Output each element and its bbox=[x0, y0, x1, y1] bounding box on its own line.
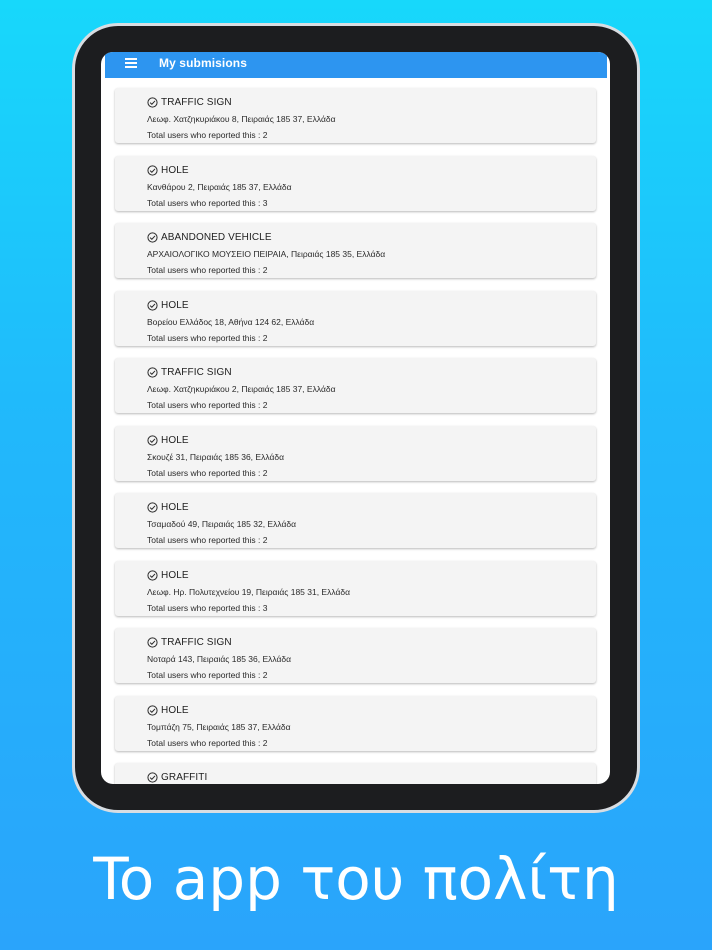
submission-address: Τσαμαδού 49, Πειραιάς 185 32, Ελλάδα bbox=[147, 519, 297, 529]
submission-address: Λεωφ. Ηρ. Πολυτεχνείου 19, Πειραιάς 185 … bbox=[147, 586, 351, 597]
app-bar: My submisions bbox=[105, 52, 607, 78]
report-count-label: Total users who reported this : bbox=[147, 130, 261, 140]
report-count-label: Total users who reported this : bbox=[147, 332, 261, 343]
submission-title-row: TRAFFIC SIGN bbox=[147, 96, 596, 109]
submission-title-row: HOLE bbox=[147, 569, 596, 582]
submission-address: Λεωφ. Χατζηκυριάκου 8, Πειραιάς 185 37, … bbox=[147, 114, 336, 124]
check-circle-icon bbox=[147, 367, 158, 378]
report-count-value: 2 bbox=[262, 535, 268, 545]
submission-type: HOLE bbox=[161, 704, 189, 716]
check-circle-icon bbox=[147, 502, 158, 513]
submission-address: Βορείου Ελλάδος 18, Αθήνα 124 62, Ελλάδα bbox=[147, 316, 315, 327]
report-count-label: Total users who reported this : bbox=[147, 737, 261, 748]
submission-type: TRAFFIC SIGN bbox=[161, 367, 232, 378]
submission-address: ΑΡΧΑΙΟΛΟΓΙΚΟ ΜΟΥΣΕΙΟ ΠΕΙΡΑΙΑ, Πειραιάς 1… bbox=[147, 249, 386, 259]
submission-card[interactable]: HOLE Τσαμαδού 49, Πειραιάς 185 32, Ελλάδ… bbox=[115, 493, 596, 548]
report-count-value: 3 bbox=[262, 602, 268, 613]
check-circle-icon bbox=[147, 704, 158, 716]
report-count-label: Total users who reported this : bbox=[147, 197, 261, 208]
submission-title-row: ABANDONED VEHICLE bbox=[147, 231, 596, 244]
submission-address: Νοταρά 143, Πειραιάς 185 36, Ελλάδα bbox=[147, 654, 292, 664]
submission-address: Κανθάρου 2, Πειραιάς 185 37, Ελλάδα bbox=[147, 181, 292, 192]
check-circle-icon bbox=[147, 772, 158, 783]
submission-card[interactable]: HOLE Λεωφ. Ηρ. Πολυτεχνείου 19, Πειραιάς… bbox=[115, 560, 596, 616]
submission-report-count: Total users who reported this : 3 bbox=[147, 603, 596, 614]
submission-type: TRAFFIC SIGN bbox=[161, 637, 232, 648]
report-count-value: 2 bbox=[262, 400, 268, 410]
submission-address: Τομπάζη 75, Πειραιάς 185 37, Ελλάδα bbox=[147, 721, 291, 732]
check-circle-icon bbox=[147, 164, 158, 176]
check-circle-icon bbox=[147, 637, 158, 648]
submission-type: HOLE bbox=[161, 164, 189, 176]
submission-type: HOLE bbox=[161, 502, 189, 513]
submission-report-count: Total users who reported this : 2 bbox=[147, 400, 596, 411]
report-count-label: Total users who reported this : bbox=[147, 265, 261, 275]
report-count-label: Total users who reported this : bbox=[147, 670, 261, 680]
report-count-value: 2 bbox=[262, 737, 268, 748]
submission-card[interactable]: TRAFFIC SIGN Λεωφ. Χατζηκυριάκου 2, Πειρ… bbox=[115, 358, 596, 413]
submission-type: TRAFFIC SIGN bbox=[161, 97, 232, 108]
submission-report-count: Total users who reported this : 2 bbox=[147, 333, 596, 344]
report-count-value: 2 bbox=[262, 670, 268, 680]
report-count-value: 2 bbox=[262, 265, 268, 275]
submission-title-row: TRAFFIC SIGN bbox=[147, 366, 596, 379]
submission-card[interactable]: GRAFFITI bbox=[115, 763, 596, 784]
submission-card[interactable]: TRAFFIC SIGN Νοταρά 143, Πειραιάς 185 36… bbox=[115, 628, 596, 683]
submission-address: Σκουζέ 31, Πειραιάς 185 36, Ελλάδα bbox=[147, 451, 285, 462]
submissions-list[interactable]: TRAFFIC SIGN Λεωφ. Χατζηκυριάκου 8, Πειρ… bbox=[115, 88, 596, 784]
submission-report-count: Total users who reported this : 2 bbox=[147, 535, 596, 546]
hamburger-menu-icon[interactable] bbox=[125, 58, 139, 68]
report-count-value: 2 bbox=[262, 130, 268, 140]
report-count-value: 2 bbox=[262, 332, 268, 343]
check-circle-icon bbox=[147, 97, 158, 108]
submission-card[interactable]: TRAFFIC SIGN Λεωφ. Χατζηκυριάκου 8, Πειρ… bbox=[115, 88, 596, 143]
submission-type: GRAFFITI bbox=[161, 772, 208, 783]
submission-card[interactable]: HOLE Κανθάρου 2, Πειραιάς 185 37, Ελλάδα… bbox=[115, 155, 596, 211]
check-circle-icon bbox=[147, 232, 158, 243]
check-circle-icon bbox=[147, 434, 158, 446]
submission-title-row: GRAFFITI bbox=[147, 771, 596, 784]
report-count-label: Total users who reported this : bbox=[147, 467, 261, 478]
check-circle-icon bbox=[147, 569, 158, 581]
submission-title-row: HOLE bbox=[147, 164, 596, 177]
report-count-label: Total users who reported this : bbox=[147, 602, 261, 613]
submission-type: HOLE bbox=[161, 299, 189, 311]
tagline: To app του πολίτη bbox=[93, 845, 619, 913]
check-circle-icon bbox=[147, 299, 158, 311]
page-title: My submisions bbox=[159, 55, 247, 70]
submission-title-row: HOLE bbox=[147, 434, 596, 447]
submission-type: HOLE bbox=[161, 434, 189, 446]
submission-card[interactable]: ABANDONED VEHICLE ΑΡΧΑΙΟΛΟΓΙΚΟ ΜΟΥΣΕΙΟ Π… bbox=[115, 223, 596, 278]
report-count-label: Total users who reported this : bbox=[147, 535, 261, 545]
submission-report-count: Total users who reported this : 2 bbox=[147, 738, 596, 749]
submission-report-count: Total users who reported this : 2 bbox=[147, 265, 596, 276]
submission-card[interactable]: HOLE Τομπάζη 75, Πειραιάς 185 37, Ελλάδα… bbox=[115, 695, 596, 751]
report-count-value: 3 bbox=[262, 197, 268, 208]
submission-report-count: Total users who reported this : 2 bbox=[147, 468, 596, 479]
submission-type: HOLE bbox=[161, 569, 189, 581]
submission-report-count: Total users who reported this : 2 bbox=[147, 130, 596, 141]
submission-address: Λεωφ. Χατζηκυριάκου 2, Πειραιάς 185 37, … bbox=[147, 384, 336, 394]
submission-report-count: Total users who reported this : 2 bbox=[147, 670, 596, 681]
report-count-label: Total users who reported this : bbox=[147, 400, 261, 410]
app-screen: My submisions TRAFFIC SIGN Λεωφ. Χατζηκυ… bbox=[101, 52, 610, 784]
report-count-value: 2 bbox=[262, 467, 268, 478]
submission-title-row: HOLE bbox=[147, 501, 596, 514]
submission-report-count: Total users who reported this : 3 bbox=[147, 198, 596, 209]
submission-card[interactable]: HOLE Σκουζέ 31, Πειραιάς 185 36, Ελλάδα … bbox=[115, 425, 596, 481]
submission-type: ABANDONED VEHICLE bbox=[161, 232, 272, 243]
submission-title-row: HOLE bbox=[147, 704, 596, 717]
submission-title-row: TRAFFIC SIGN bbox=[147, 636, 596, 649]
submission-card[interactable]: HOLE Βορείου Ελλάδος 18, Αθήνα 124 62, Ε… bbox=[115, 290, 596, 346]
submission-title-row: HOLE bbox=[147, 299, 596, 312]
